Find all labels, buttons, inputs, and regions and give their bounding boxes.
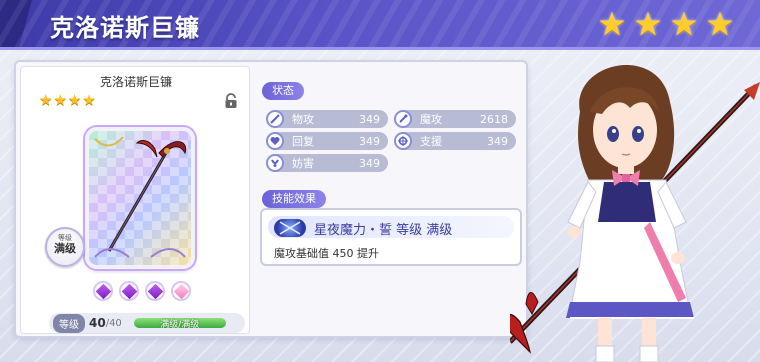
gem-slot-purple[interactable] — [93, 281, 113, 301]
skill-title: 星夜魔力・誓 等级 满级 — [314, 223, 453, 238]
stat-label: 魔攻 — [420, 113, 442, 126]
star-icon: ★ — [597, 5, 627, 43]
gem-icon — [121, 283, 137, 299]
skill-description: 魔攻基础值 450 提升 — [274, 247, 379, 260]
level-progress-bar: 满级/满级 — [133, 318, 226, 328]
stat-label: 支援 — [420, 135, 442, 148]
gem-icon — [95, 283, 111, 299]
stat-recovery: 回复 349 — [266, 132, 388, 150]
gem-icon — [173, 283, 189, 299]
weapon-detail-panel: 克洛诺斯巨镰 ★ ★ ★ ★ 等级 满级 等级 40 /40 满级/满级 状态 … — [14, 60, 528, 338]
level-label: 等级 — [53, 313, 85, 333]
hinder-icon — [266, 154, 284, 172]
star-icon: ★ — [669, 5, 699, 43]
level-row: 等级 40 /40 满级/满级 — [49, 313, 245, 333]
gem-slot-purple[interactable] — [145, 281, 165, 301]
gem-slot-pink[interactable] — [171, 281, 191, 301]
badge-value: 满级 — [54, 242, 76, 255]
skill-star-icon — [274, 219, 306, 237]
character-illustration — [510, 64, 760, 362]
weapon-card-column: 克洛诺斯巨镰 ★ ★ ★ ★ 等级 满级 等级 40 /40 满级/满级 — [20, 66, 250, 334]
lock-icon[interactable] — [223, 93, 239, 109]
magic-wand-icon — [394, 110, 412, 128]
level-max: /40 — [105, 317, 122, 329]
stat-magic-attack: 魔攻 2618 — [394, 110, 516, 128]
badge-caption: 等级 — [58, 234, 72, 242]
level-bar-text: 满级/满级 — [160, 320, 200, 328]
star-icon: ★ — [82, 91, 96, 109]
stat-label: 妨害 — [292, 157, 314, 170]
star-icon: ★ — [67, 91, 82, 109]
stat-label: 回复 — [292, 135, 314, 148]
rarity-stars: ★ ★ ★ ★ — [596, 8, 736, 40]
stat-value: 349 — [359, 134, 380, 148]
skill-title-bar: 星夜魔力・誓 等级 满级 — [268, 216, 514, 238]
skill-tab: 技能效果 — [262, 190, 326, 208]
star-icon: ★ — [633, 5, 663, 43]
page-title: 克洛诺斯巨镰 — [50, 14, 200, 42]
sword-icon — [266, 110, 284, 128]
stat-support: 支援 349 — [394, 132, 516, 150]
level-current: 40 — [89, 316, 106, 330]
support-icon — [394, 132, 412, 150]
gem-slot-purple[interactable] — [119, 281, 139, 301]
header-bar: 克洛诺斯巨镰 ★ ★ ★ ★ — [0, 0, 760, 50]
star-icon: ★ — [53, 91, 67, 109]
stat-value: 349 — [359, 156, 380, 170]
star-icon: ★ — [39, 91, 53, 109]
stat-label: 物攻 — [292, 113, 314, 126]
stat-hinder: 妨害 349 — [266, 154, 388, 172]
stat-physical-attack: 物攻 349 — [266, 110, 388, 128]
gem-slots — [93, 281, 191, 301]
star-icon: ★ — [705, 5, 735, 43]
card-frame-ornament — [94, 136, 186, 258]
stat-value: 349 — [359, 112, 380, 126]
heal-icon — [266, 132, 284, 150]
stat-value: 2618 — [480, 112, 508, 126]
weapon-name: 克洛诺斯巨镰 — [99, 75, 172, 89]
gem-icon — [147, 283, 163, 299]
skill-effect-box[interactable]: 星夜魔力・誓 等级 满级 魔攻基础值 450 提升 — [260, 208, 522, 266]
stats-grid: 物攻 349 魔攻 2618 回复 349 支援 349 妨害 349 — [260, 98, 522, 178]
max-level-badge: 等级 满级 — [45, 227, 85, 267]
weapon-card[interactable] — [85, 127, 195, 269]
weapon-stars: ★ ★ ★ ★ — [39, 93, 96, 108]
stat-value: 349 — [487, 134, 508, 148]
